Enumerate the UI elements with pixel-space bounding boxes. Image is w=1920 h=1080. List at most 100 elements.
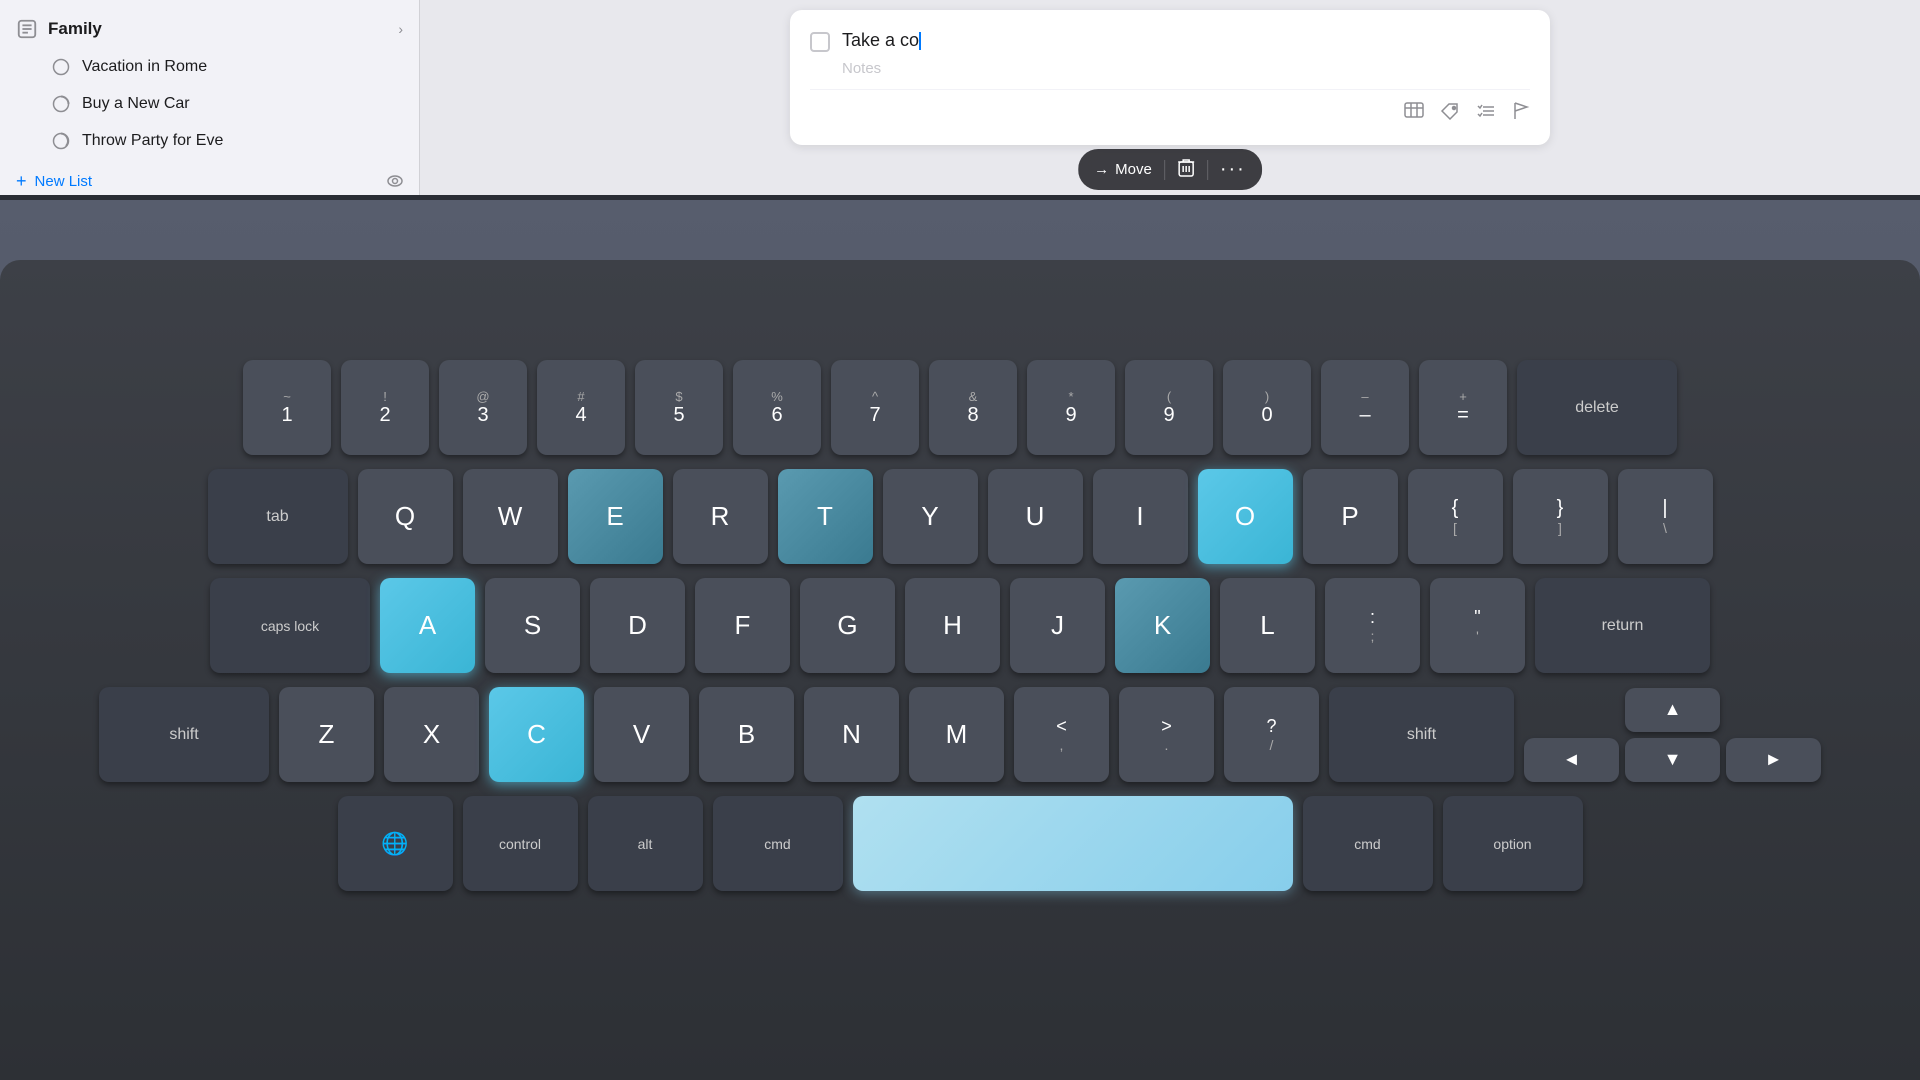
key-c[interactable]: C <box>489 687 584 782</box>
sidebar-item-party[interactable]: Throw Party for Eve <box>8 123 411 159</box>
key-s[interactable]: S <box>485 578 580 673</box>
note-title[interactable]: Take a co <box>842 30 1530 51</box>
key-m[interactable]: M <box>909 687 1004 782</box>
key-down[interactable]: ▼ <box>1625 738 1720 782</box>
more-icon[interactable]: ··· <box>1220 158 1246 181</box>
key-return[interactable]: return <box>1535 578 1710 673</box>
key-8[interactable]: * 9 <box>1027 360 1115 455</box>
key-z[interactable]: Z <box>279 687 374 782</box>
key-alt[interactable]: alt <box>588 796 703 891</box>
eye-icon <box>387 174 403 190</box>
circle-icon-party <box>52 132 70 150</box>
family-group-title: Family <box>16 18 102 40</box>
key-a[interactable]: A <box>380 578 475 673</box>
flag-icon[interactable] <box>1512 102 1530 125</box>
key-cmd-left[interactable]: cmd <box>713 796 843 891</box>
sidebar-item-vacation[interactable]: Vacation in Rome <box>8 49 411 85</box>
key-q[interactable]: Q <box>358 469 453 564</box>
key-equals[interactable]: + = <box>1419 360 1507 455</box>
divider-1 <box>1164 160 1165 180</box>
key-tab[interactable]: tab <box>208 469 348 564</box>
family-group-header[interactable]: Family › <box>0 10 419 48</box>
key-shift-right[interactable]: shift <box>1329 687 1514 782</box>
table-icon[interactable] <box>1404 102 1424 125</box>
new-list-label: New List <box>35 173 93 190</box>
key-cmd-right[interactable]: cmd <box>1303 796 1433 891</box>
key-p[interactable]: P <box>1303 469 1398 564</box>
plus-icon: + <box>16 171 27 192</box>
chevron-icon: › <box>398 21 403 37</box>
key-2[interactable]: @ 3 <box>439 360 527 455</box>
key-g[interactable]: G <box>800 578 895 673</box>
key-minus[interactable]: – – <box>1321 360 1409 455</box>
key-k[interactable]: K <box>1115 578 1210 673</box>
sidebar-item-car[interactable]: Buy a New Car <box>8 86 411 122</box>
cursor <box>919 32 921 50</box>
key-b[interactable]: B <box>699 687 794 782</box>
key-bracket-right[interactable]: }] <box>1513 469 1608 564</box>
key-space[interactable] <box>853 796 1293 891</box>
key-period[interactable]: >. <box>1119 687 1214 782</box>
key-y[interactable]: Y <box>883 469 978 564</box>
key-f[interactable]: F <box>695 578 790 673</box>
note-checkbox[interactable] <box>810 32 830 52</box>
move-label: Move <box>1115 161 1152 178</box>
arrow-keys: ▲ ◄ ▼ ► <box>1524 688 1821 782</box>
key-semicolon[interactable]: :; <box>1325 578 1420 673</box>
key-delete[interactable]: delete <box>1517 360 1677 455</box>
note-toolbar <box>810 89 1530 125</box>
key-o[interactable]: O <box>1198 469 1293 564</box>
key-right[interactable]: ► <box>1726 738 1821 782</box>
key-shift-left[interactable]: shift <box>99 687 269 782</box>
move-button[interactable]: → Move <box>1094 161 1152 178</box>
family-label: Family <box>48 19 102 39</box>
divider-2 <box>1207 160 1208 180</box>
device-top-bar <box>0 195 1920 200</box>
key-h[interactable]: H <box>905 578 1000 673</box>
key-bracket-left[interactable]: {[ <box>1408 469 1503 564</box>
key-backslash[interactable]: |\ <box>1618 469 1713 564</box>
key-j[interactable]: J <box>1010 578 1105 673</box>
key-comma[interactable]: <, <box>1014 687 1109 782</box>
key-d[interactable]: D <box>590 578 685 673</box>
number-row: ~ 1 ! 2 @ 3 # 4 $ 5 <box>60 360 1860 455</box>
note-placeholder[interactable]: Notes <box>810 60 1530 77</box>
tag-icon[interactable] <box>1440 102 1460 125</box>
key-up[interactable]: ▲ <box>1625 688 1720 732</box>
vacation-label: Vacation in Rome <box>82 58 207 76</box>
key-u[interactable]: U <box>988 469 1083 564</box>
key-slash[interactable]: ?/ <box>1224 687 1319 782</box>
key-0[interactable]: ) 0 <box>1223 360 1311 455</box>
key-l[interactable]: L <box>1220 578 1315 673</box>
device-container: Family › Vacation in Rome Buy a New Car <box>0 0 1920 1080</box>
key-quote[interactable]: "' <box>1430 578 1525 673</box>
key-caps-lock[interactable]: caps lock <box>210 578 370 673</box>
key-w[interactable]: W <box>463 469 558 564</box>
key-left[interactable]: ◄ <box>1524 738 1619 782</box>
bottom-row: 🌐 control alt cmd cmd option <box>60 796 1860 891</box>
sidebar: Family › Vacation in Rome Buy a New Car <box>0 0 420 200</box>
key-e[interactable]: E <box>568 469 663 564</box>
circle-icon-car <box>52 95 70 113</box>
key-3[interactable]: # 4 <box>537 360 625 455</box>
key-5[interactable]: % 6 <box>733 360 821 455</box>
key-4[interactable]: $ 5 <box>635 360 723 455</box>
key-i[interactable]: I <box>1093 469 1188 564</box>
key-7[interactable]: & 8 <box>929 360 1017 455</box>
key-control[interactable]: control <box>463 796 578 891</box>
list-icon <box>16 18 38 40</box>
key-6[interactable]: ^ 7 <box>831 360 919 455</box>
key-v[interactable]: V <box>594 687 689 782</box>
key-tilde[interactable]: ~ 1 <box>243 360 331 455</box>
key-globe[interactable]: 🌐 <box>338 796 453 891</box>
key-9[interactable]: ( 9 <box>1125 360 1213 455</box>
key-n[interactable]: N <box>804 687 899 782</box>
key-1[interactable]: ! 2 <box>341 360 429 455</box>
key-t[interactable]: T <box>778 469 873 564</box>
key-r[interactable]: R <box>673 469 768 564</box>
key-x[interactable]: X <box>384 687 479 782</box>
checklist-icon[interactable] <box>1476 102 1496 125</box>
trash-icon[interactable] <box>1177 157 1195 182</box>
app-area: Family › Vacation in Rome Buy a New Car <box>0 0 1920 200</box>
key-option[interactable]: option <box>1443 796 1583 891</box>
